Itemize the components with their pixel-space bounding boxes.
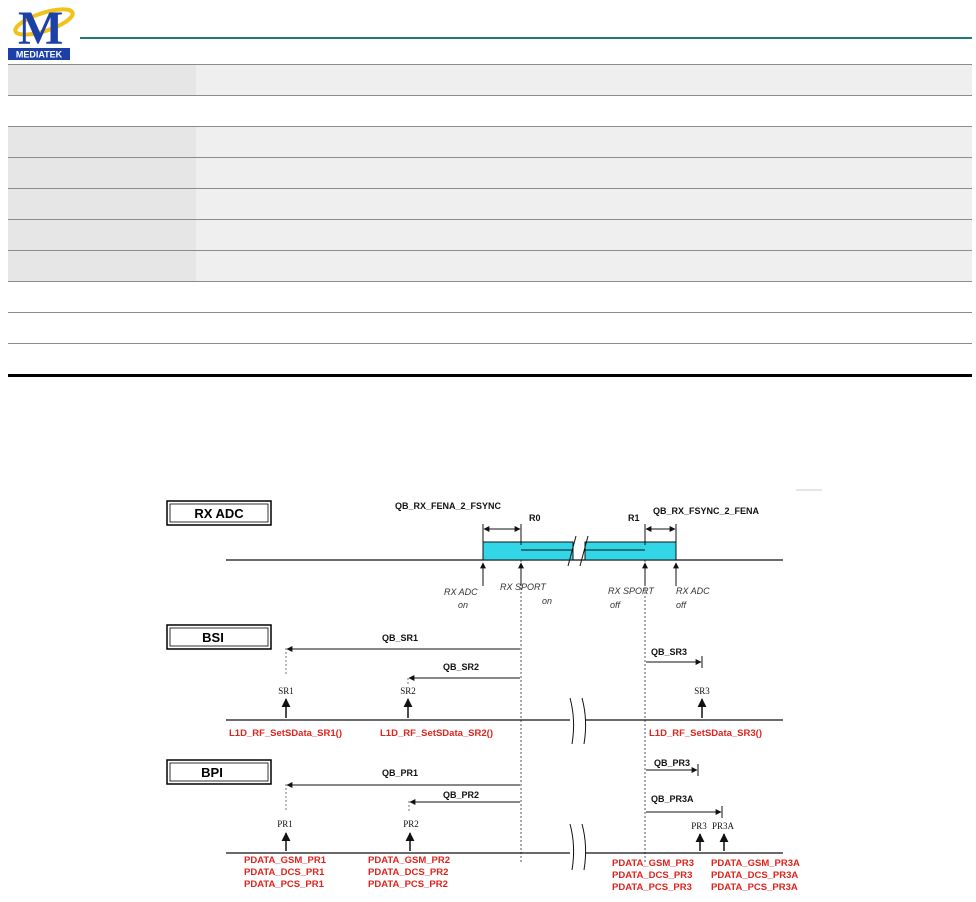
rx-active-bar-right (584, 541, 677, 561)
rx-adc-on-label: RX ADC (444, 587, 478, 597)
fn-sr1-label: L1D_RF_SetSData_SR1() (229, 728, 342, 739)
bpi-section: BPI QB_PR1 QB_PR2 QB_PR3 QB_PR3A PR1 PR2… (166, 758, 802, 893)
rx-adc-section: RX ADC QB_RX_FENA_2_FSYNC R0 QB_RX_FSYNC… (166, 500, 783, 610)
rx-adc-off-label: RX ADC (676, 586, 710, 596)
svg-text:off: off (676, 600, 688, 610)
svg-text:off: off (610, 600, 622, 610)
qb-rx-fena-label: QB_RX_FENA_2_FSYNC (395, 501, 502, 511)
fn-sr3-label: L1D_RF_SetSData_SR3() (649, 728, 762, 739)
fn-sr2-label: L1D_RF_SetSData_SR2() (380, 728, 493, 739)
svg-text:on: on (542, 596, 552, 606)
pr3a-data-labels: PDATA_GSM_PR3A PDATA_DCS_PR3A PDATA_PCS_… (711, 858, 802, 893)
pr3a-label: PR3A (712, 821, 735, 831)
pr2-label: PR2 (403, 819, 419, 829)
sr3-label: SR3 (694, 686, 710, 696)
bsi-section: BSI QB_SR1 QB_SR2 QB_SR3 SR1 SR2 SR3 L1D… (166, 624, 783, 745)
rx-sport-off-label: RX SPORT (608, 586, 655, 596)
qb-pr2-label: QB_PR2 (443, 790, 479, 800)
qb-pr3-label: QB_PR3 (654, 758, 690, 768)
svg-text:on: on (458, 600, 468, 610)
qb-sr1-label: QB_SR1 (382, 633, 418, 643)
pr2-data-labels: PDATA_GSM_PR2 PDATA_DCS_PR2 PDATA_PCS_PR… (368, 855, 453, 890)
rx-timing-diagram: RX ADC QB_RX_FENA_2_FSYNC R0 QB_RX_FSYNC… (166, 489, 822, 893)
qb-sr3-label: QB_SR3 (651, 647, 687, 657)
pr3-label: PR3 (691, 821, 707, 831)
sr1-label: SR1 (278, 686, 294, 696)
rx-active-bar-left (482, 541, 574, 561)
bsi-title: BSI (202, 630, 224, 645)
qb-sr2-label: QB_SR2 (443, 662, 479, 672)
qb-pr3a-label: QB_PR3A (651, 794, 694, 804)
pr1-label: PR1 (277, 819, 293, 829)
rx-adc-title: RX ADC (194, 506, 244, 521)
pr3-data-labels: PDATA_GSM_PR3 PDATA_DCS_PR3 PDATA_PCS_PR… (612, 858, 697, 893)
pr1-data-labels: PDATA_GSM_PR1 PDATA_DCS_PR1 PDATA_PCS_PR… (244, 855, 329, 890)
qb-rx-fsync-label: QB_RX_FSYNC_2_FENA (653, 506, 760, 516)
r1-label: R1 (628, 513, 640, 523)
bpi-title: BPI (201, 765, 223, 780)
rx-sport-on-label: RX SPORT (500, 582, 547, 592)
qb-pr1-label: QB_PR1 (382, 768, 418, 778)
r0-label: R0 (529, 513, 541, 523)
sr2-label: SR2 (400, 686, 416, 696)
